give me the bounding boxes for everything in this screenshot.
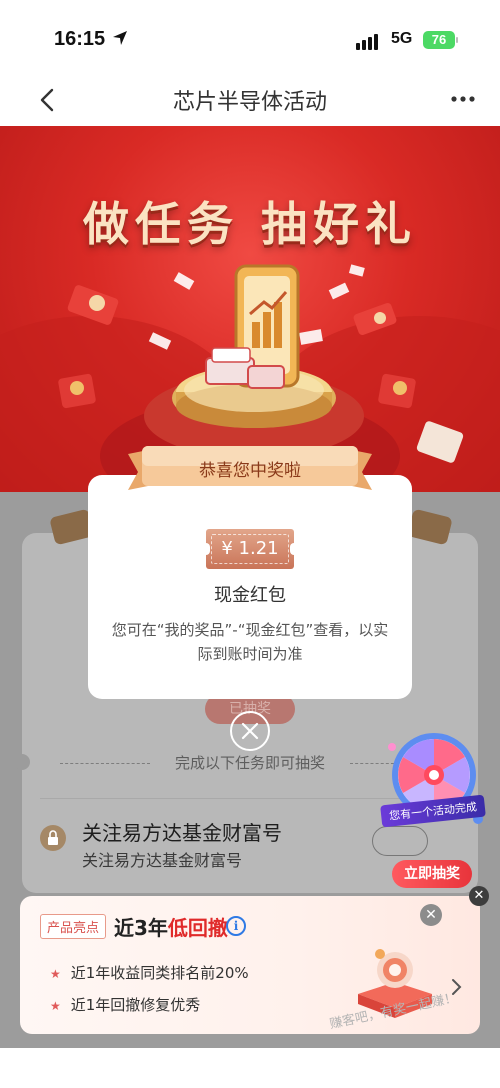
popup-close-button[interactable]: [230, 711, 270, 751]
coupon-border: [211, 534, 289, 564]
star-icon: ★: [50, 967, 61, 981]
card-close-button[interactable]: ✕: [420, 904, 442, 926]
prize-name: 现金红包: [214, 585, 286, 606]
page-title: 芯片半导体活动: [172, 90, 327, 115]
lock-icon: [40, 825, 66, 851]
popup-header-text: 恭喜您中奖啦: [199, 461, 301, 481]
product-badge: 产品亮点: [40, 914, 107, 939]
task-subtitle: 关注易方达基金财富号: [82, 851, 243, 870]
battery-icon: 76: [423, 31, 455, 49]
status-time: 16:15: [54, 28, 106, 50]
prize-amount-coupon: ¥ 1.21: [202, 529, 298, 569]
star-icon: ★: [50, 999, 61, 1013]
signal-bars-icon: [356, 31, 380, 50]
feature-item: ★ 近1年回撤修复优秀: [50, 994, 200, 1015]
draw-now-button[interactable]: 立即抽奖: [392, 860, 472, 888]
banner-illustration: [0, 264, 500, 492]
product-heading-highlight: 低回撤: [167, 916, 228, 940]
bottom-strip: [0, 1048, 500, 1088]
product-heading-prefix: 近3年: [114, 916, 168, 940]
nav-bar: 芯片半导体活动: [0, 78, 500, 126]
prize-description: 您可在“我的奖品”-“现金红包”查看，以实际到账时间为准: [111, 621, 389, 663]
more-options-icon[interactable]: [448, 84, 478, 114]
popup-header-ribbon: 恭喜您中奖啦: [128, 446, 372, 494]
feature-text: 近1年收益同类排名前20%: [70, 964, 249, 982]
battery-cap: [456, 37, 458, 43]
activity-banner: 做任务 抽好礼: [0, 126, 500, 492]
location-arrow-icon: [113, 31, 127, 45]
task-row[interactable]: 关注易方达基金财富号 关注易方达基金财富号: [40, 798, 420, 882]
dismiss-icon[interactable]: ✕: [469, 886, 489, 906]
status-bar: 16:15 5G 76: [0, 0, 500, 78]
card-notch: [14, 754, 30, 770]
product-heading: 近3年低回撤: [114, 912, 228, 941]
info-icon[interactable]: i: [226, 916, 246, 936]
feature-item: ★ 近1年收益同类排名前20%: [50, 962, 249, 983]
close-icon: [241, 722, 259, 740]
feature-text: 近1年回撤修复优秀: [70, 996, 201, 1014]
lucky-wheel-widget[interactable]: 您有一个活动完成 立即抽奖: [378, 725, 490, 890]
banner-headline: 做任务 抽好礼: [82, 197, 417, 251]
network-type: 5G: [391, 30, 413, 47]
task-title: 关注易方达基金财富号: [82, 821, 282, 845]
